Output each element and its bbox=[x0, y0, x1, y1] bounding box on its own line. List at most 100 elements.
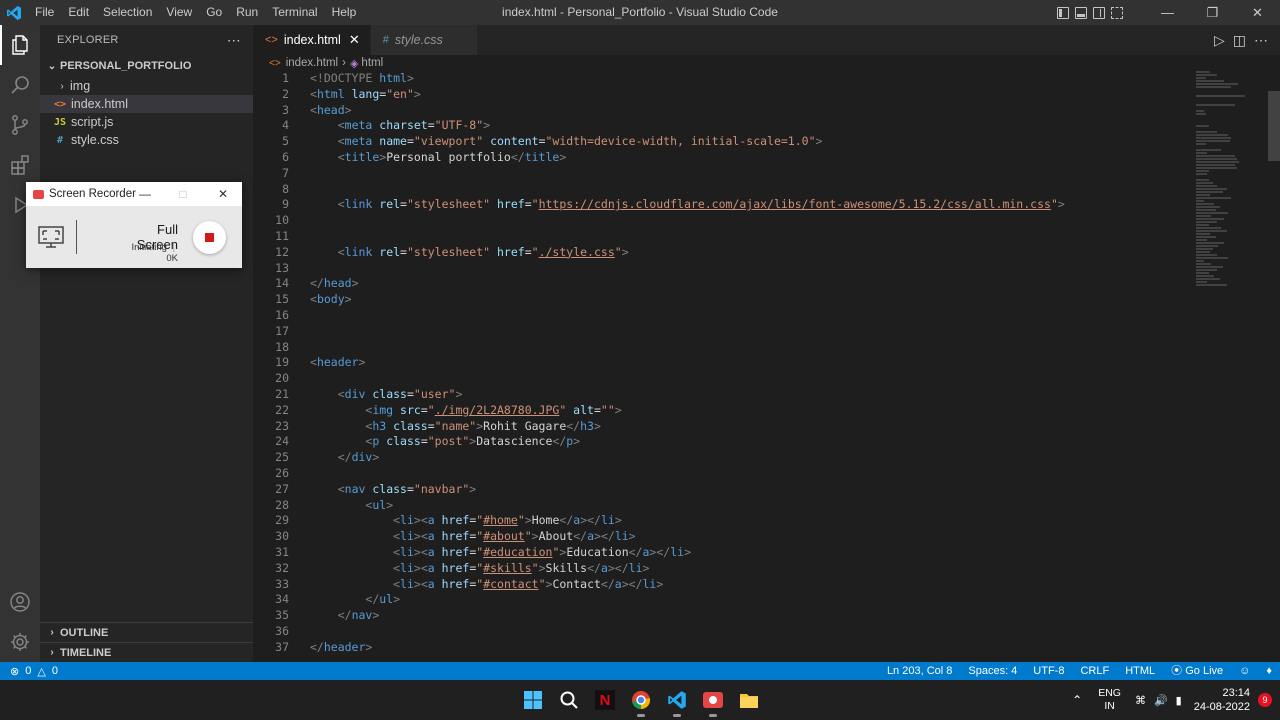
code-line[interactable]: <ul> bbox=[310, 498, 1190, 514]
windows-start-icon[interactable] bbox=[515, 680, 551, 720]
end-of-line[interactable]: CRLF bbox=[1072, 662, 1117, 680]
notification-badge[interactable]: 9 bbox=[1258, 693, 1272, 707]
more-actions-icon[interactable]: ⋯ bbox=[227, 32, 241, 49]
explorer-icon[interactable] bbox=[0, 25, 40, 65]
code-line[interactable]: <link rel="stylesheet" href="https://cdn… bbox=[310, 197, 1190, 213]
menu-terminal[interactable]: Terminal bbox=[265, 0, 324, 25]
show-hidden-icons-icon[interactable]: ⌃ bbox=[1072, 693, 1082, 707]
stop-recording-button[interactable] bbox=[193, 221, 226, 254]
code-line[interactable] bbox=[310, 182, 1190, 198]
extensions-icon[interactable] bbox=[0, 145, 40, 185]
outline-section[interactable]: › OUTLINE bbox=[40, 622, 253, 642]
tree-file-style-css[interactable]: # style.css bbox=[40, 131, 253, 149]
code-line[interactable]: <head> bbox=[310, 103, 1190, 119]
code-content[interactable]: <!DOCTYPE html> <html lang="en"> <head> <m… bbox=[310, 71, 1190, 655]
editor-scrollbar[interactable] bbox=[1268, 71, 1280, 662]
problems-indicator[interactable]: ⊗ 0 △ 0 bbox=[0, 665, 58, 678]
file-explorer-app-icon[interactable] bbox=[731, 680, 767, 720]
code-line[interactable]: <!DOCTYPE html> bbox=[310, 71, 1190, 87]
recorder-minimize-button[interactable]: — bbox=[132, 182, 158, 206]
menu-view[interactable]: View bbox=[159, 0, 199, 25]
indentation[interactable]: Spaces: 4 bbox=[960, 662, 1025, 680]
code-line[interactable] bbox=[310, 466, 1190, 482]
timeline-section[interactable]: › TIMELINE bbox=[40, 642, 253, 662]
code-line[interactable] bbox=[310, 261, 1190, 277]
taskbar-search-icon[interactable] bbox=[551, 680, 587, 720]
code-line[interactable]: <title>Personal portfolio</title> bbox=[310, 150, 1190, 166]
vscode-app-icon[interactable] bbox=[659, 680, 695, 720]
tab-index-html[interactable]: <> index.html ✕ bbox=[253, 25, 371, 55]
volume-icon[interactable]: 🔊 bbox=[1154, 694, 1168, 707]
restore-button[interactable]: ❐ bbox=[1190, 0, 1235, 25]
close-window-button[interactable]: ✕ bbox=[1235, 0, 1280, 25]
code-line[interactable]: </ul> bbox=[310, 592, 1190, 608]
menu-edit[interactable]: Edit bbox=[61, 0, 96, 25]
full-screen-mode-icon[interactable] bbox=[38, 226, 64, 251]
tree-file-script-js[interactable]: JS script.js bbox=[40, 113, 253, 131]
feedback-icon[interactable]: ☺ bbox=[1231, 662, 1258, 680]
code-line[interactable]: <li><a href="#education">Education</a></… bbox=[310, 545, 1190, 561]
notifications-bell-icon[interactable]: ♦ bbox=[1258, 662, 1280, 680]
go-live-button[interactable]: ⦿ Go Live bbox=[1163, 662, 1231, 680]
source-control-icon[interactable] bbox=[0, 105, 40, 145]
battery-icon[interactable]: ▮ bbox=[1176, 694, 1182, 707]
code-line[interactable]: </header> bbox=[310, 640, 1190, 656]
toggle-secondary-sidebar-icon[interactable] bbox=[1093, 6, 1105, 19]
code-line[interactable]: <p class="post">Datascience</p> bbox=[310, 434, 1190, 450]
code-line[interactable]: <link rel="stylesheet" href="./style.css… bbox=[310, 245, 1190, 261]
customize-layout-icon[interactable] bbox=[1111, 6, 1123, 19]
language-mode[interactable]: HTML bbox=[1117, 662, 1163, 680]
tree-folder-img[interactable]: › img bbox=[40, 77, 253, 95]
breadcrumb-symbol[interactable]: html bbox=[361, 57, 383, 69]
code-line[interactable]: </div> bbox=[310, 450, 1190, 466]
settings-gear-icon[interactable] bbox=[0, 622, 40, 662]
code-line[interactable] bbox=[310, 308, 1190, 324]
code-line[interactable]: <html lang="en"> bbox=[310, 87, 1190, 103]
code-line[interactable] bbox=[310, 213, 1190, 229]
project-folder-header[interactable]: ⌄ PERSONAL_PORTFOLIO bbox=[40, 55, 253, 77]
code-line[interactable] bbox=[310, 324, 1190, 340]
code-line[interactable]: <meta charset="UTF-8"> bbox=[310, 118, 1190, 134]
system-clock[interactable]: 23:14 24-08-2022 bbox=[1194, 686, 1250, 714]
menu-help[interactable]: Help bbox=[325, 0, 364, 25]
code-line[interactable]: <li><a href="#contact">Contact</a></li> bbox=[310, 577, 1190, 593]
recorder-close-button[interactable]: ✕ bbox=[210, 182, 236, 206]
menu-go[interactable]: Go bbox=[199, 0, 229, 25]
code-editor[interactable]: 1 2 3 4 5 6 7 8 9 10 11 12 13 14 15 16 1… bbox=[253, 71, 1280, 662]
editor-more-actions-icon[interactable]: ⋯ bbox=[1254, 32, 1268, 49]
menu-file[interactable]: File bbox=[28, 0, 61, 25]
code-line[interactable]: <img src="./img/2L2A8780.JPG" alt=""> bbox=[310, 403, 1190, 419]
code-line[interactable] bbox=[310, 229, 1190, 245]
split-editor-icon[interactable]: ◫ bbox=[1233, 32, 1246, 49]
code-line[interactable]: <li><a href="#skills">Skills</a></li> bbox=[310, 561, 1190, 577]
toggle-sidebar-icon[interactable] bbox=[1057, 6, 1069, 19]
code-line[interactable]: <nav class="navbar"> bbox=[310, 482, 1190, 498]
menu-run[interactable]: Run bbox=[229, 0, 265, 25]
code-line[interactable] bbox=[310, 371, 1190, 387]
cursor-position[interactable]: Ln 203, Col 8 bbox=[879, 662, 960, 680]
code-line[interactable]: <body> bbox=[310, 292, 1190, 308]
code-line[interactable]: <li><a href="#about">About</a></li> bbox=[310, 529, 1190, 545]
minimap[interactable] bbox=[1196, 71, 1266, 351]
search-icon[interactable] bbox=[0, 65, 40, 105]
code-line[interactable]: <h3 class="name">Rohit Gagare</h3> bbox=[310, 419, 1190, 435]
run-file-icon[interactable]: ▷ bbox=[1214, 32, 1225, 49]
accounts-icon[interactable] bbox=[0, 582, 40, 622]
code-line[interactable]: </nav> bbox=[310, 608, 1190, 624]
toggle-panel-icon[interactable] bbox=[1075, 6, 1087, 19]
close-tab-icon[interactable]: ✕ bbox=[349, 32, 360, 48]
menu-selection[interactable]: Selection bbox=[96, 0, 159, 25]
chrome-app-icon[interactable] bbox=[623, 680, 659, 720]
netflix-app-icon[interactable]: N bbox=[587, 680, 623, 720]
code-line[interactable]: </head> bbox=[310, 276, 1190, 292]
code-line[interactable]: <header> bbox=[310, 355, 1190, 371]
breadcrumb-file[interactable]: index.html bbox=[286, 57, 338, 69]
wifi-icon[interactable]: ⌘ bbox=[1135, 694, 1146, 707]
tab-style-css[interactable]: # style.css bbox=[370, 25, 478, 55]
tree-file-index-html[interactable]: <> index.html bbox=[40, 95, 253, 113]
code-line[interactable]: <li><a href="#home">Home</a></li> bbox=[310, 513, 1190, 529]
recorder-maximize-button[interactable]: □ bbox=[170, 182, 196, 206]
code-line[interactable] bbox=[310, 624, 1190, 640]
screen-recorder-app-icon[interactable] bbox=[695, 680, 731, 720]
scroll-thumb[interactable] bbox=[1268, 91, 1280, 161]
